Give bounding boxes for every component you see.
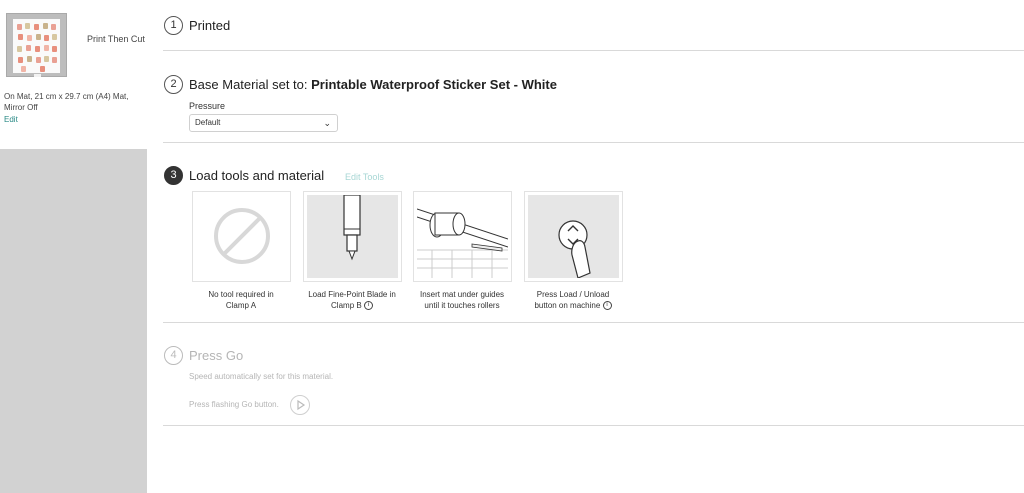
mat-panel[interactable]: Print Then Cut On Mat, 21 cm x 29.7 cm (… bbox=[0, 0, 147, 149]
go-text: Press flashing Go button. bbox=[189, 400, 279, 409]
divider bbox=[163, 322, 1024, 323]
edit-tools-link[interactable]: Edit Tools bbox=[345, 172, 384, 182]
info-icon[interactable]: i bbox=[363, 301, 373, 311]
divider bbox=[163, 142, 1024, 143]
tool-card-clamp-b bbox=[303, 191, 402, 282]
step-4-number: 4 bbox=[164, 346, 183, 365]
base-material-prefix: Base Material set to: bbox=[189, 77, 308, 92]
tool-card-load-unload bbox=[524, 191, 623, 282]
step-2-number: 2 bbox=[164, 75, 183, 94]
no-tool-icon bbox=[196, 195, 287, 278]
step-3-number: 3 bbox=[164, 166, 183, 185]
mat-label: Print Then Cut bbox=[87, 34, 145, 44]
sticker-sheet-preview bbox=[13, 19, 60, 73]
mat-thumbnail[interactable] bbox=[6, 13, 67, 77]
mat-info: On Mat, 21 cm x 29.7 cm (A4) Mat, Mirror… bbox=[4, 92, 129, 112]
divider bbox=[163, 425, 1024, 426]
load-unload-button-icon bbox=[528, 195, 619, 278]
tool-caption-clamp-a: No tool required in Clamp A bbox=[208, 290, 274, 310]
tool-caption-insert-mat: Insert mat under guides until it touches … bbox=[419, 290, 505, 310]
pressure-value: Default bbox=[195, 118, 221, 127]
base-material-value: Printable Waterproof Sticker Set - White bbox=[311, 77, 557, 92]
step-2-title: Base Material set to: Printable Waterpro… bbox=[189, 77, 557, 92]
tool-caption-load-unload: Press Load / Unload button on machine i bbox=[518, 289, 628, 311]
step-1-number: 1 bbox=[164, 16, 183, 35]
step-4-title: Press Go bbox=[189, 348, 244, 363]
tool-caption-clamp-b: Load Fine-Point Blade in Clamp B i bbox=[308, 290, 396, 311]
tool-card-insert-mat bbox=[413, 191, 512, 282]
divider bbox=[163, 50, 1024, 51]
sidebar: Print Then Cut On Mat, 21 cm x 29.7 cm (… bbox=[0, 0, 147, 493]
pressure-label: Pressure bbox=[189, 101, 226, 111]
step-3-title: Load tools and material bbox=[189, 168, 325, 183]
speed-text: Speed automatically set for this materia… bbox=[189, 372, 334, 381]
go-button[interactable] bbox=[290, 395, 310, 415]
mat-edit-link[interactable]: Edit bbox=[4, 115, 18, 124]
chevron-down-icon: ⌄ bbox=[323, 118, 331, 128]
mat-tab bbox=[34, 74, 41, 77]
insert-mat-icon bbox=[417, 195, 508, 278]
pressure-select[interactable]: Default ⌄ bbox=[189, 114, 338, 132]
tool-card-clamp-a bbox=[192, 191, 291, 282]
fine-point-blade-icon bbox=[307, 195, 398, 278]
step-1-title: Printed bbox=[189, 18, 231, 33]
info-icon[interactable]: i bbox=[602, 301, 612, 311]
play-icon bbox=[297, 399, 306, 411]
